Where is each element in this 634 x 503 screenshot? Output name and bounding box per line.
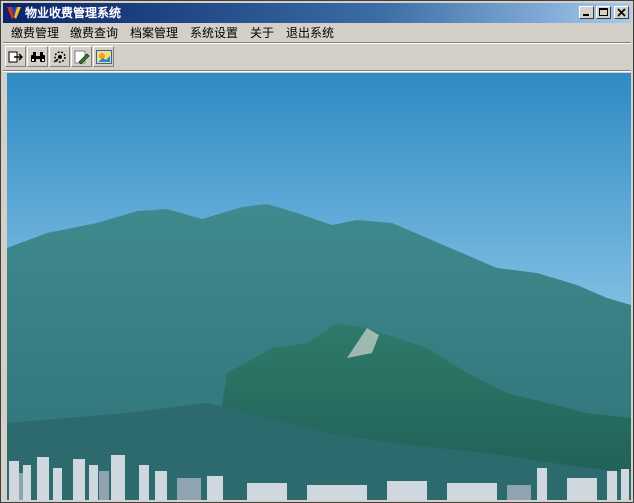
mountain-landscape-image [7, 73, 631, 500]
toolbar-settings-button[interactable] [49, 46, 70, 67]
menu-separator [3, 42, 631, 44]
toolbar-image-button[interactable] [93, 46, 114, 67]
main-window: 物业收费管理系统 缴费管理 缴费查询 档案管理 系统设置 关于 退出系统 [0, 0, 634, 503]
app-icon [7, 7, 21, 19]
toolbar-exit-button[interactable] [5, 46, 26, 67]
toolbar [3, 45, 631, 69]
background-image [7, 73, 631, 500]
toolbar-query-button[interactable] [27, 46, 48, 67]
close-button[interactable] [614, 6, 629, 19]
menu-records-management[interactable]: 档案管理 [130, 25, 178, 41]
maximize-button[interactable] [596, 6, 611, 19]
toolbar-edit-button[interactable] [71, 46, 92, 67]
image-icon [96, 50, 112, 64]
menu-about[interactable]: 关于 [250, 25, 274, 41]
minimize-icon [583, 14, 589, 16]
menu-payment-query[interactable]: 缴费查询 [70, 25, 118, 41]
menu-payment-management[interactable]: 缴费管理 [11, 25, 59, 41]
exit-icon [8, 51, 23, 63]
menu-exit-system[interactable]: 退出系统 [286, 25, 334, 41]
toolbar-separator [3, 70, 631, 72]
settings-icon [53, 51, 66, 63]
menu-bar: 缴费管理 缴费查询 档案管理 系统设置 关于 退出系统 [3, 23, 631, 42]
menu-system-settings[interactable]: 系统设置 [190, 25, 238, 41]
window-title: 物业收费管理系统 [25, 6, 122, 20]
minimize-button[interactable] [579, 6, 594, 19]
maximize-icon [599, 8, 608, 16]
binoculars-icon [31, 52, 45, 62]
close-icon [617, 8, 626, 17]
edit-icon [74, 50, 90, 65]
title-bar[interactable]: 物业收费管理系统 [3, 3, 631, 23]
